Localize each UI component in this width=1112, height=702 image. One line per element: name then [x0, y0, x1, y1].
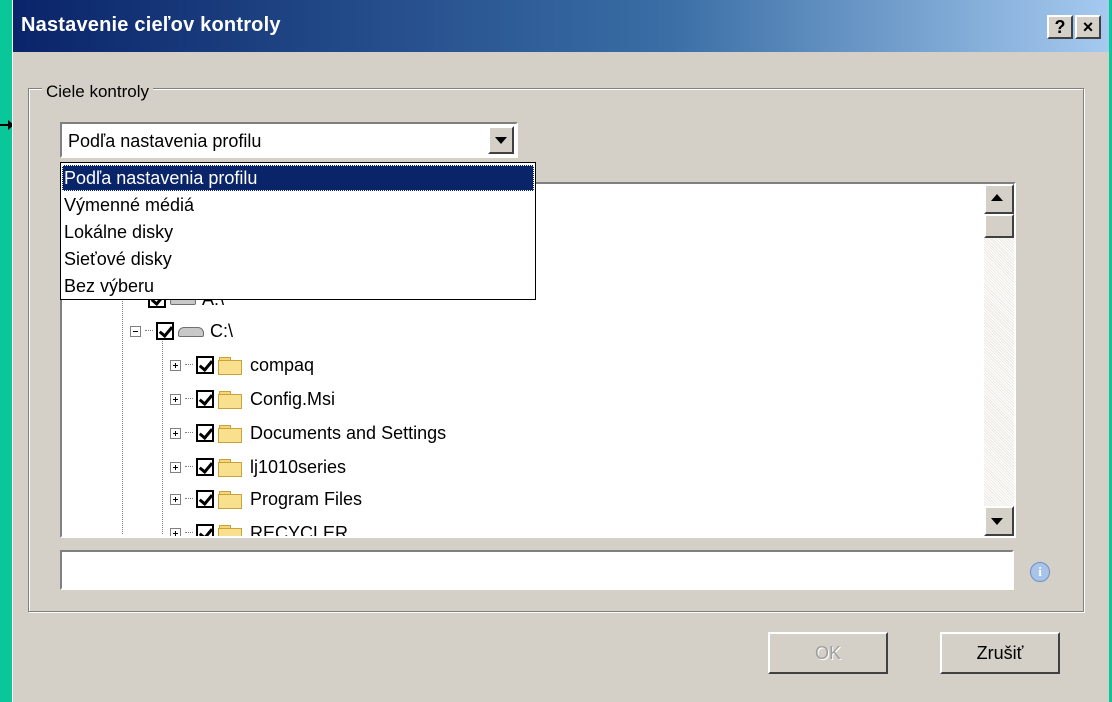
help-button[interactable]: ?	[1047, 15, 1073, 39]
tree-item-label: Documents and Settings	[250, 422, 447, 443]
window-title: Nastavenie cieľov kontroly	[21, 14, 281, 36]
tree-connector	[145, 330, 153, 332]
scroll-down-button[interactable]	[984, 506, 1014, 536]
combobox-dropdown-list[interactable]: Podľa nastavenia profilu Výmenné médiá L…	[60, 162, 536, 300]
path-input[interactable]	[60, 550, 1014, 590]
dropdown-option-network-disks[interactable]: Sieťové disky	[62, 246, 534, 272]
arrow-down-icon	[991, 518, 1003, 525]
expand-icon[interactable]	[170, 393, 181, 405]
folder-icon	[218, 390, 242, 409]
tree-connector	[185, 432, 193, 434]
tree-item-label: Program Files	[250, 488, 363, 509]
ok-button[interactable]: OK	[768, 632, 888, 674]
folder-icon	[218, 458, 242, 477]
close-button[interactable]: ×	[1075, 15, 1101, 39]
title-bar[interactable]: Nastavenie cieľov kontroly ? ×	[13, 0, 1109, 52]
tree-item-folder[interactable]: lj1010series	[170, 450, 346, 484]
folder-checkbox[interactable]	[196, 490, 214, 508]
tree-connector	[185, 532, 193, 534]
cancel-button[interactable]: Zrušiť	[940, 632, 1060, 674]
chevron-down-icon	[495, 137, 507, 144]
folder-checkbox[interactable]	[196, 424, 214, 442]
tree-item-label: Config.Msi	[250, 388, 336, 409]
tree-item-label: RECYCLER	[250, 522, 349, 538]
tree-connector	[185, 364, 193, 366]
arrow-up-icon	[991, 194, 1003, 201]
dropdown-option-local-disks[interactable]: Lokálne disky	[62, 219, 534, 245]
dropdown-option-profile[interactable]: Podľa nastavenia profilu	[62, 165, 534, 191]
dropdown-option-removable[interactable]: Výmenné médiá	[62, 192, 534, 218]
combobox-selected-value: Podľa nastavenia profilu	[68, 131, 262, 151]
tree-connector	[185, 466, 193, 468]
folder-checkbox[interactable]	[196, 524, 214, 536]
expand-icon[interactable]	[170, 493, 181, 505]
tree-item-folder[interactable]: Config.Msi	[170, 382, 335, 416]
info-icon[interactable]: i	[1030, 562, 1050, 582]
folder-checkbox[interactable]	[196, 390, 214, 408]
tree-connector-line	[162, 334, 164, 534]
scroll-up-button[interactable]	[984, 184, 1014, 214]
groupbox-label: Ciele kontroly	[42, 82, 153, 102]
checkbox-drive-c[interactable]	[156, 322, 174, 340]
scroll-thumb[interactable]	[984, 214, 1014, 238]
combobox-dropdown-button[interactable]	[488, 126, 514, 154]
expand-icon[interactable]	[170, 461, 181, 473]
tree-item-folder[interactable]: Documents and Settings	[170, 416, 446, 450]
folder-icon	[218, 424, 242, 443]
tree-connector	[185, 498, 193, 500]
tree-item-label: C:\	[210, 320, 234, 341]
dropdown-option-none[interactable]: Bez výberu	[62, 273, 534, 299]
tree-item-drive-c[interactable]: C:\	[130, 314, 233, 348]
tree-item-folder[interactable]: Program Files	[170, 482, 362, 516]
tree-item-label: compaq	[250, 354, 315, 375]
tree-item-folder[interactable]: RECYCLER	[170, 516, 349, 538]
folder-checkbox[interactable]	[196, 356, 214, 374]
expand-icon[interactable]	[170, 527, 181, 536]
tree-vertical-scrollbar[interactable]	[984, 184, 1014, 536]
tree-connector	[185, 398, 193, 400]
folder-icon	[218, 356, 242, 375]
folder-checkbox[interactable]	[196, 458, 214, 476]
folder-icon	[218, 524, 242, 536]
expand-icon[interactable]	[170, 427, 181, 439]
drive-icon	[178, 323, 204, 339]
collapse-icon[interactable]	[130, 325, 141, 337]
expand-icon[interactable]	[170, 359, 181, 371]
scan-target-combobox[interactable]: Podľa nastavenia profilu	[60, 122, 518, 158]
tree-item-folder[interactable]: compaq	[170, 348, 314, 382]
tree-item-label: lj1010series	[250, 456, 347, 477]
folder-icon	[218, 490, 242, 509]
